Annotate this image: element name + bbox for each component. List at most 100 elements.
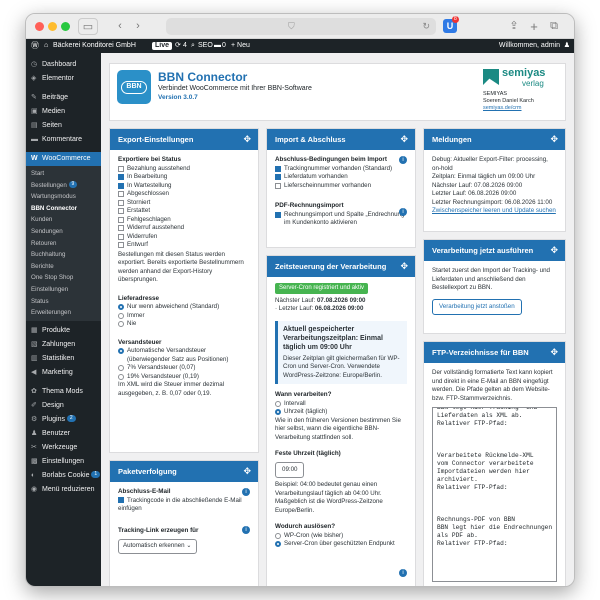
checkbox-option[interactable]: Storniert: [118, 199, 250, 208]
submenu-item-erweiterungen[interactable]: Erweiterungen: [26, 307, 101, 319]
share-icon[interactable]: ⇪: [508, 18, 520, 35]
move-icon[interactable]: ✥: [550, 129, 558, 150]
tracking-link-select[interactable]: Automatisch erkennen ⌄: [118, 539, 197, 554]
sidebar-item-medien[interactable]: ▣ Medien: [26, 105, 101, 119]
submenu-item-einstellungen[interactable]: Einstellungen: [26, 283, 101, 296]
info-icon[interactable]: i: [399, 208, 407, 216]
move-icon[interactable]: ✥: [400, 129, 408, 150]
submenu-item-sendungen[interactable]: Sendungen: [26, 225, 101, 238]
address-bar[interactable]: ⛉ ↻: [166, 18, 436, 35]
submenu-item-start[interactable]: Start: [26, 168, 101, 180]
submenu-item-buchhaltung[interactable]: Buchhaltung: [26, 249, 101, 261]
info-icon[interactable]: i: [242, 488, 250, 496]
sidebar-item-produkte[interactable]: ▦ Produkte: [26, 324, 101, 338]
submenu-item-wartungsmodus[interactable]: Wartungsmodus: [26, 191, 101, 203]
radio-button[interactable]: [275, 541, 281, 547]
clear-cache-link[interactable]: Zwischenspeicher leeren und Update suche…: [432, 207, 557, 216]
brand-link[interactable]: semiyas.de/crm: [483, 105, 534, 112]
checkbox-option[interactable]: Widerruf ausstehend: [118, 224, 250, 233]
back-icon[interactable]: ‹: [114, 18, 126, 35]
checkbox[interactable]: [118, 165, 124, 172]
info-icon[interactable]: i: [242, 526, 250, 534]
radio-option[interactable]: 19% Versandsteuer (0,19): [118, 373, 250, 382]
live-badge[interactable]: Live: [152, 42, 173, 50]
wordpress-logo-icon[interactable]: Ⓦ: [31, 39, 39, 53]
submenu-item-kunden[interactable]: Kunden: [26, 214, 101, 226]
sidebar-item-thema-mods[interactable]: ✿ Thema Mods: [26, 385, 101, 399]
new-content-link[interactable]: + Neu: [231, 39, 250, 53]
checkbox-option[interactable]: In Wartestellung: [118, 182, 250, 191]
sidebar-item-elementor[interactable]: ◈ Elementor: [26, 72, 101, 86]
checkbox[interactable]: [275, 211, 281, 218]
radio-button[interactable]: [118, 321, 124, 327]
checkbox-option[interactable]: Trackingnummer vorhanden (Standard): [275, 165, 407, 174]
reload-icon[interactable]: ↻: [422, 18, 430, 35]
submenu-item-bestellungen[interactable]: Bestellungen 9: [26, 179, 101, 192]
tracking-card-header[interactable]: Paketverfolgung ✥: [110, 461, 258, 482]
radio-button[interactable]: [118, 304, 124, 310]
move-icon[interactable]: ✥: [243, 461, 251, 482]
radio-button[interactable]: [118, 373, 124, 380]
checkbox-option[interactable]: Erstattet: [118, 207, 250, 216]
sidebar-item-werkzeuge[interactable]: ✂ Werkzeuge: [26, 441, 101, 455]
radio-option[interactable]: Automatische Versandsteuer (überwiegende…: [118, 347, 250, 364]
tab-overview-icon[interactable]: ⧉: [548, 18, 560, 35]
import-card-header[interactable]: Import & Abschluss ✥: [267, 129, 415, 150]
run-now-button[interactable]: Verarbeitung jetzt anstoßen: [432, 298, 522, 315]
checkbox[interactable]: [118, 233, 124, 240]
new-tab-icon[interactable]: +: [528, 18, 540, 35]
sidebar-item-dashboard[interactable]: ◷ Dashboard: [26, 58, 101, 72]
radio-button[interactable]: [275, 532, 281, 539]
move-icon[interactable]: ✥: [400, 256, 408, 277]
checkbox[interactable]: [275, 165, 281, 172]
export-card-header[interactable]: Export-Einstellungen ✥: [110, 129, 258, 150]
radio-button[interactable]: [275, 400, 281, 407]
sidebar-item-beitr-ge[interactable]: ✎ Beiträge: [26, 91, 101, 105]
ftp-textarea[interactable]: BBN legt hier Tracking- und Lieferdaten …: [432, 407, 557, 582]
radio-button[interactable]: [118, 312, 124, 319]
user-avatar-icon[interactable]: ♟: [564, 39, 570, 53]
welcome-text[interactable]: Willkommen, admin: [499, 39, 560, 53]
checkbox[interactable]: [118, 191, 124, 197]
checkbox-option[interactable]: Abgeschlossen: [118, 190, 250, 199]
close-window-button[interactable]: [35, 22, 44, 31]
updates-icon[interactable]: ⟳: [175, 39, 181, 53]
submenu-item-retouren[interactable]: Retouren: [26, 237, 101, 250]
submenu-item-status[interactable]: Status: [26, 295, 101, 308]
checkbox-option[interactable]: Entwurf: [118, 241, 250, 250]
radio-option[interactable]: Nur wenn abweichend (Standard): [118, 303, 250, 312]
forward-icon[interactable]: ›: [132, 18, 144, 35]
ftp-card-header[interactable]: FTP-Verzeichnisse für BBN ✥: [424, 342, 565, 363]
checkbox[interactable]: [118, 496, 124, 503]
messages-card-header[interactable]: Meldungen ✥: [424, 129, 565, 150]
submenu-item-one-stop-shop[interactable]: One Stop Shop: [26, 272, 101, 284]
checkbox-option[interactable]: Lieferdatum vorhanden: [275, 173, 407, 182]
info-icon[interactable]: i: [399, 156, 407, 164]
sidebar-item-benutzer[interactable]: ♟ Benutzer: [26, 427, 101, 441]
comments-count[interactable]: 0: [222, 39, 226, 53]
checkbox[interactable]: [118, 208, 124, 214]
move-icon[interactable]: ✥: [550, 342, 558, 363]
sidebar-item-borlabs-cookie[interactable]: ◐ Borlabs Cookie 1: [26, 469, 101, 483]
checkbox[interactable]: [118, 225, 124, 231]
sidebar-item-marketing[interactable]: ◀ Marketing: [26, 366, 101, 380]
minimize-window-button[interactable]: [48, 22, 57, 31]
submenu-item-berichte[interactable]: Berichte: [26, 260, 101, 273]
checkbox-option[interactable]: Lieferscheinnummer vorhanden: [275, 182, 407, 191]
sidebar-item-plugins[interactable]: ⚙ Plugins 2: [26, 413, 101, 427]
sidebar-item-statistiken[interactable]: ▥ Statistiken: [26, 352, 101, 366]
submenu-item-bbn-connector[interactable]: BBN Connector: [26, 202, 101, 215]
checkbox[interactable]: [118, 174, 124, 180]
checkbox[interactable]: [275, 174, 281, 180]
sidebar-item-zahlungen[interactable]: ▧ Zahlungen: [26, 338, 101, 352]
checkbox[interactable]: [118, 199, 124, 206]
timing-card-header[interactable]: Zeitsteuerung der Verarbeitung ✥: [267, 256, 415, 277]
checkbox-option[interactable]: In Bearbeitung: [118, 173, 250, 182]
checkbox[interactable]: [118, 242, 124, 248]
sidebar-item-woocommerce[interactable]: W WooCommerce: [26, 152, 101, 166]
info-icon[interactable]: i: [399, 569, 407, 577]
radio-option[interactable]: WP-Cron (wie bisher): [275, 532, 407, 541]
sidebar-toggle-icon[interactable]: ▭: [78, 18, 98, 35]
checkbox[interactable]: [275, 182, 281, 189]
sidebar-item-einstellungen[interactable]: ▩ Einstellungen: [26, 455, 101, 469]
